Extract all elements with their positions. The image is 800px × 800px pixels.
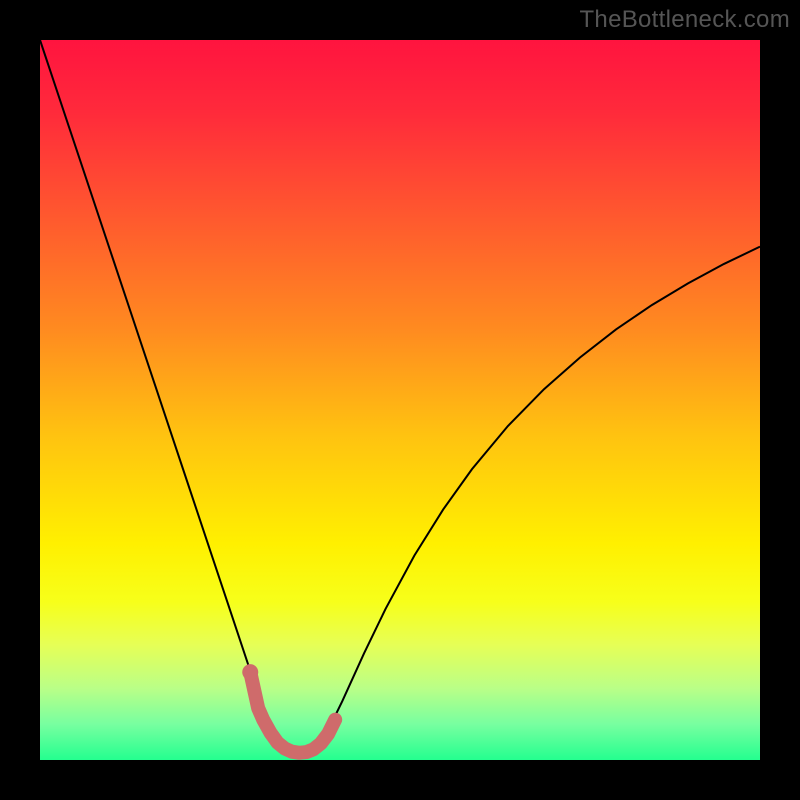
curve-layer (40, 40, 760, 760)
bottleneck-markers (250, 672, 335, 753)
plot-area (40, 40, 760, 760)
watermark: TheBottleneck.com (579, 6, 790, 34)
bottleneck-marker-dot (242, 664, 258, 680)
chart-frame: TheBottleneck.com (0, 0, 800, 800)
bottleneck-curve (40, 40, 760, 753)
